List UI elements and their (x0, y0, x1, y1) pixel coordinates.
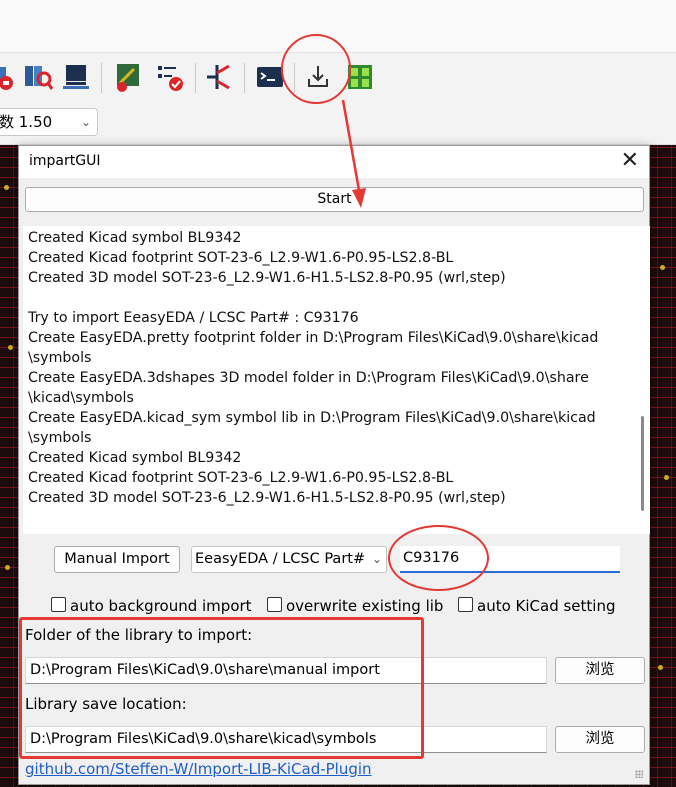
annotation-circle (388, 525, 489, 591)
annotation-rectangle (19, 617, 424, 759)
